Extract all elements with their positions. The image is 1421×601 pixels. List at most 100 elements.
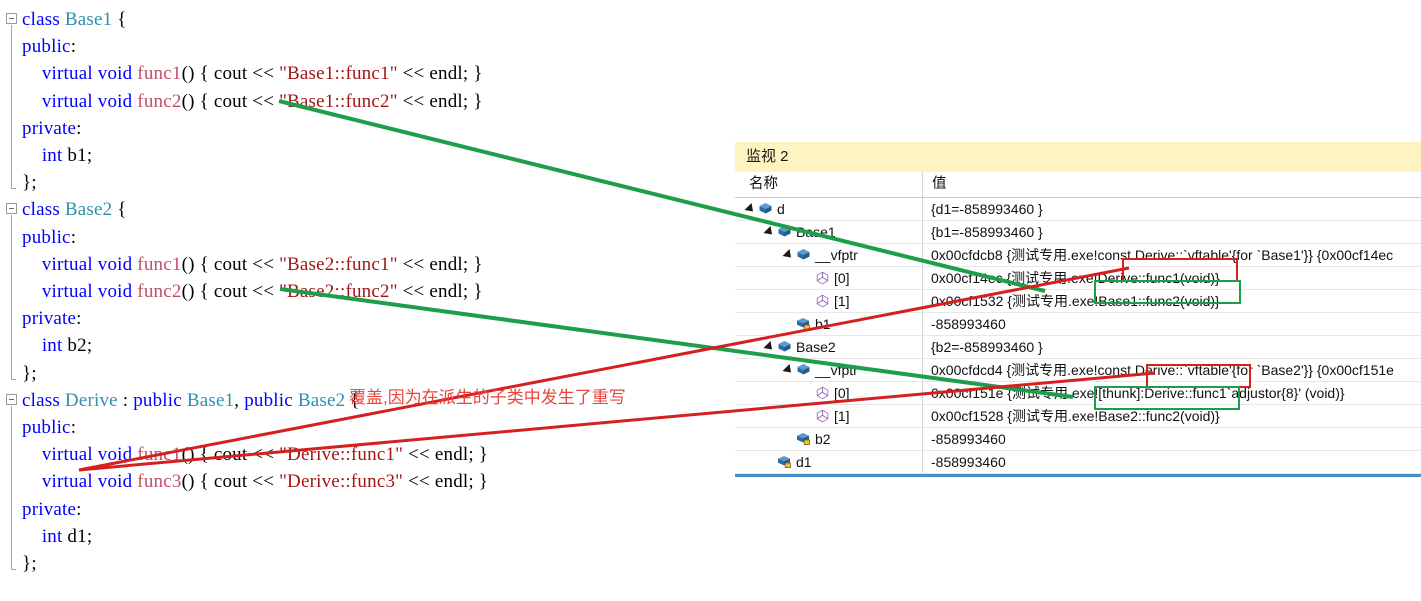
watch-row-name-cell[interactable]: b2 — [735, 428, 923, 450]
code-editor-pane[interactable]: class Base1 {public: virtual void func1(… — [0, 0, 730, 601]
column-header-value[interactable]: 值 — [923, 172, 1421, 197]
code-token: "Base1::func1" — [279, 63, 398, 85]
object-icon — [758, 202, 773, 216]
code-line: }; — [22, 360, 37, 387]
code-token: { — [112, 9, 127, 30]
private-field-icon — [796, 317, 811, 331]
code-token: virtual void — [41, 90, 138, 112]
watch-row-name: d1 — [796, 454, 812, 470]
watch-row-name-cell[interactable]: Base1 — [735, 221, 923, 243]
expander-triangle-icon[interactable] — [763, 225, 776, 239]
code-token: << endl; } — [397, 281, 483, 302]
code-token: () { cout << — [181, 63, 280, 85]
code-collapse-toggle-3[interactable] — [6, 393, 17, 405]
watch-row-name-cell[interactable]: [1] — [735, 405, 923, 427]
annotation-note-override: 覆盖,因为在派生的子类中发生了重写 — [349, 388, 626, 407]
watch-row-name-cell[interactable]: Base2 — [735, 336, 923, 358]
code-token: class — [22, 9, 65, 30]
watch-row-name-cell[interactable]: b1 — [735, 313, 923, 335]
watch-row-name: d — [777, 201, 785, 217]
watch-row-name: [1] — [834, 293, 850, 309]
code-token: Derive — [64, 389, 118, 411]
watch-row-value[interactable]: {d1=-858993460 } — [923, 198, 1421, 220]
watch-row-value[interactable]: -858993460 — [923, 451, 1421, 473]
code-token: func3 — [137, 471, 182, 493]
code-token: << endl; } — [397, 90, 483, 112]
watch-row[interactable]: b2 -858993460 — [735, 428, 1421, 451]
code-token: int — [41, 145, 68, 166]
code-token: int — [41, 525, 68, 547]
expander-triangle-icon[interactable] — [763, 340, 776, 354]
code-line: virtual void func2() { cout << "Base2::f… — [22, 278, 483, 305]
code-line: virtual void func3() { cout << "Derive::… — [22, 468, 488, 495]
code-token: : — [76, 498, 82, 520]
code-token: Base2 — [64, 199, 113, 221]
expander-placeholder — [763, 456, 775, 468]
code-line: public: — [22, 33, 76, 60]
code-token: private — [22, 117, 77, 139]
code-token: << endl; } — [397, 63, 483, 85]
code-line: virtual void func1() { cout << "Base1::f… — [22, 60, 483, 87]
watch-row-value[interactable]: 0x00cfdcb8 {测试专用.exe!const Derive::`vfta… — [923, 244, 1421, 266]
watch-window[interactable]: 监视 2 名称 值 d {d1=-858993460 } Base1 {b1=-858… — [735, 142, 1421, 477]
expander-triangle-icon[interactable] — [782, 248, 795, 262]
code-token: : — [76, 308, 82, 330]
watch-row-name-cell[interactable]: __vfptr — [735, 244, 923, 266]
watch-row[interactable]: [1] 0x00cf1532 {测试专用.exe!Base1::func2(voi… — [735, 290, 1421, 313]
expander-placeholder — [801, 272, 813, 284]
code-collapse-toggle-2[interactable] — [6, 203, 17, 215]
watch-row-value[interactable]: 0x00cf1528 {测试专用.exe!Base2::func2(void)} — [923, 405, 1421, 427]
watch-grid[interactable]: 名称 值 d {d1=-858993460 } Base1 {b1=-85899346… — [735, 172, 1421, 474]
watch-row-name-cell[interactable]: d1 — [735, 451, 923, 473]
watch-row[interactable]: Base2 {b2=-858993460 } — [735, 336, 1421, 359]
code-line: int b2; — [22, 332, 92, 359]
expander-placeholder — [801, 295, 813, 307]
column-header-name[interactable]: 名称 — [735, 172, 923, 197]
code-token: () { cout << — [181, 444, 280, 466]
code-token: virtual void — [41, 281, 138, 302]
expander-triangle-icon[interactable] — [782, 363, 795, 377]
watch-row[interactable]: b1 -858993460 — [735, 313, 1421, 336]
watch-row-value[interactable]: 0x00cf1532 {测试专用.exe!Base1::func2(void)} — [923, 290, 1421, 312]
code-token: func1 — [137, 444, 182, 466]
code-collapse-toggle-1[interactable] — [6, 13, 17, 24]
watch-row-value[interactable]: -858993460 — [923, 428, 1421, 450]
watch-row-name-cell[interactable]: [1] — [735, 290, 923, 312]
watch-row-value[interactable]: {b2=-858993460 } — [923, 336, 1421, 358]
watch-row-value[interactable]: 0x00cf151e {测试专用.exe![thunk]:Derive::fun… — [923, 382, 1421, 404]
code-line: class Derive : public Base1, public Base… — [22, 387, 360, 414]
watch-row-value[interactable]: {b1=-858993460 } — [923, 221, 1421, 243]
watch-row-name-cell[interactable]: [0] — [735, 382, 923, 404]
code-line: virtual void func1() { cout << "Base2::f… — [22, 251, 483, 278]
code-line: virtual void func2() { cout << "Base1::f… — [22, 88, 483, 115]
expander-placeholder — [782, 318, 794, 330]
watch-row[interactable]: d {d1=-858993460 } — [735, 198, 1421, 221]
code-token: class — [22, 389, 65, 411]
code-token: }; — [22, 172, 37, 194]
watch-row[interactable]: __vfptr 0x00cfdcb8 {测试专用.exe!const Derive… — [735, 244, 1421, 267]
watch-row-value[interactable]: -858993460 — [923, 313, 1421, 335]
watch-row[interactable]: Base1 {b1=-858993460 } — [735, 221, 1421, 244]
watch-row-value[interactable]: 0x00cfdcd4 {测试专用.exe!const Derive::`vfta… — [923, 359, 1421, 381]
watch-row-name: b1 — [815, 316, 831, 332]
code-line: public: — [22, 414, 76, 441]
watch-row-name-cell[interactable]: d — [735, 198, 923, 220]
watch-row[interactable]: __vfptr 0x00cfdcd4 {测试专用.exe!const Derive… — [735, 359, 1421, 382]
watch-row[interactable]: [1] 0x00cf1528 {测试专用.exe!Base2::func2(voi… — [735, 405, 1421, 428]
expander-placeholder — [801, 410, 813, 422]
watch-row-name-cell[interactable]: __vfptr — [735, 359, 923, 381]
watch-row-name: Base2 — [796, 339, 836, 355]
expander-placeholder — [782, 433, 794, 445]
code-region-guide-foot — [11, 188, 16, 190]
expander-triangle-icon[interactable] — [744, 202, 757, 216]
watch-row[interactable]: d1 -858993460 — [735, 451, 1421, 474]
watch-row[interactable]: [0] 0x00cf151e {测试专用.exe![thunk]:Derive::… — [735, 382, 1421, 405]
watch-row-name-cell[interactable]: [0] — [735, 267, 923, 289]
watch-row[interactable]: [0] 0x00cf14ec {测试专用.exe!Derive::func1(vo… — [735, 267, 1421, 290]
watch-row-value[interactable]: 0x00cf14ec {测试专用.exe!Derive::func1(void)… — [923, 267, 1421, 289]
code-line: private: — [22, 115, 82, 142]
code-token: Base2 — [297, 389, 346, 411]
